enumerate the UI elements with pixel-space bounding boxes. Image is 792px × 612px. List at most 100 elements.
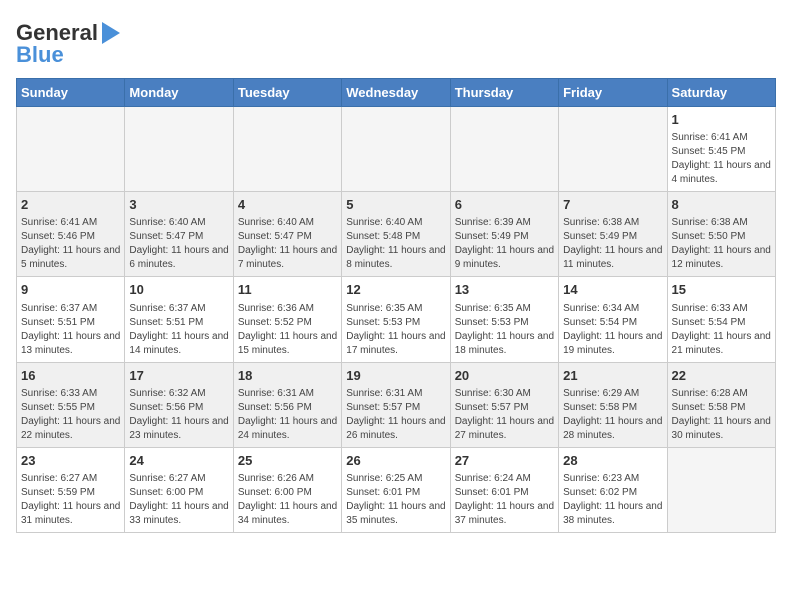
day-info: Sunrise: 6:37 AM Sunset: 5:51 PM Dayligh… xyxy=(21,302,120,358)
day-info: Sunrise: 6:25 AM Sunset: 6:01 PM Dayligh… xyxy=(346,472,445,528)
logo-arrow-icon xyxy=(102,22,120,44)
day-info: Sunrise: 6:40 AM Sunset: 5:47 PM Dayligh… xyxy=(238,216,337,272)
calendar-cell: 27 Sunrise: 6:24 AM Sunset: 6:01 PM Dayli… xyxy=(450,447,558,532)
day-number: 7 xyxy=(563,196,662,214)
calendar-cell: 8 Sunrise: 6:38 AM Sunset: 5:50 PM Daylig… xyxy=(667,192,775,277)
day-info: Sunrise: 6:34 AM Sunset: 5:54 PM Dayligh… xyxy=(563,302,662,358)
day-info: Sunrise: 6:27 AM Sunset: 5:59 PM Dayligh… xyxy=(21,472,120,528)
calendar-cell xyxy=(342,107,450,192)
day-info: Sunrise: 6:32 AM Sunset: 5:56 PM Dayligh… xyxy=(129,387,228,443)
calendar-cell: 24 Sunrise: 6:27 AM Sunset: 6:00 PM Dayli… xyxy=(125,447,233,532)
day-info: Sunrise: 6:41 AM Sunset: 5:45 PM Dayligh… xyxy=(672,131,771,187)
calendar-cell: 12 Sunrise: 6:35 AM Sunset: 5:53 PM Dayli… xyxy=(342,277,450,362)
day-number: 2 xyxy=(21,196,120,214)
day-info: Sunrise: 6:30 AM Sunset: 5:57 PM Dayligh… xyxy=(455,387,554,443)
day-info: Sunrise: 6:31 AM Sunset: 5:57 PM Dayligh… xyxy=(346,387,445,443)
day-info: Sunrise: 6:38 AM Sunset: 5:50 PM Dayligh… xyxy=(672,216,771,272)
day-header-tuesday: Tuesday xyxy=(233,79,341,107)
day-info: Sunrise: 6:40 AM Sunset: 5:47 PM Dayligh… xyxy=(129,216,228,272)
days-header-row: SundayMondayTuesdayWednesdayThursdayFrid… xyxy=(17,79,776,107)
day-number: 22 xyxy=(672,367,771,385)
day-number: 17 xyxy=(129,367,228,385)
day-header-friday: Friday xyxy=(559,79,667,107)
calendar-cell: 20 Sunrise: 6:30 AM Sunset: 5:57 PM Dayli… xyxy=(450,362,558,447)
header: General Blue xyxy=(16,16,776,68)
calendar-cell: 25 Sunrise: 6:26 AM Sunset: 6:00 PM Dayli… xyxy=(233,447,341,532)
day-number: 28 xyxy=(563,452,662,470)
day-number: 24 xyxy=(129,452,228,470)
day-number: 14 xyxy=(563,281,662,299)
week-row-5: 23 Sunrise: 6:27 AM Sunset: 5:59 PM Dayli… xyxy=(17,447,776,532)
day-number: 23 xyxy=(21,452,120,470)
calendar-cell: 28 Sunrise: 6:23 AM Sunset: 6:02 PM Dayli… xyxy=(559,447,667,532)
calendar-table: SundayMondayTuesdayWednesdayThursdayFrid… xyxy=(16,78,776,533)
calendar-cell: 6 Sunrise: 6:39 AM Sunset: 5:49 PM Daylig… xyxy=(450,192,558,277)
day-number: 1 xyxy=(672,111,771,129)
day-info: Sunrise: 6:23 AM Sunset: 6:02 PM Dayligh… xyxy=(563,472,662,528)
week-row-3: 9 Sunrise: 6:37 AM Sunset: 5:51 PM Daylig… xyxy=(17,277,776,362)
day-info: Sunrise: 6:40 AM Sunset: 5:48 PM Dayligh… xyxy=(346,216,445,272)
calendar-cell: 23 Sunrise: 6:27 AM Sunset: 5:59 PM Dayli… xyxy=(17,447,125,532)
calendar-cell xyxy=(667,447,775,532)
calendar-cell: 17 Sunrise: 6:32 AM Sunset: 5:56 PM Dayli… xyxy=(125,362,233,447)
day-header-thursday: Thursday xyxy=(450,79,558,107)
day-info: Sunrise: 6:37 AM Sunset: 5:51 PM Dayligh… xyxy=(129,302,228,358)
day-header-monday: Monday xyxy=(125,79,233,107)
calendar-cell: 21 Sunrise: 6:29 AM Sunset: 5:58 PM Dayli… xyxy=(559,362,667,447)
day-info: Sunrise: 6:41 AM Sunset: 5:46 PM Dayligh… xyxy=(21,216,120,272)
calendar-cell xyxy=(125,107,233,192)
calendar-cell: 18Sunrise: 6:31 AM Sunset: 5:56 PM Dayli… xyxy=(233,362,341,447)
calendar-cell: 15 Sunrise: 6:33 AM Sunset: 5:54 PM Dayli… xyxy=(667,277,775,362)
day-number: 16 xyxy=(21,367,120,385)
day-number: 5 xyxy=(346,196,445,214)
day-number: 3 xyxy=(129,196,228,214)
calendar-cell: 14 Sunrise: 6:34 AM Sunset: 5:54 PM Dayli… xyxy=(559,277,667,362)
day-number: 18 xyxy=(238,367,337,385)
day-info: Sunrise: 6:24 AM Sunset: 6:01 PM Dayligh… xyxy=(455,472,554,528)
day-number: 9 xyxy=(21,281,120,299)
calendar-cell xyxy=(559,107,667,192)
day-number: 25 xyxy=(238,452,337,470)
day-info: Sunrise: 6:35 AM Sunset: 5:53 PM Dayligh… xyxy=(455,302,554,358)
day-number: 10 xyxy=(129,281,228,299)
day-number: 19 xyxy=(346,367,445,385)
day-number: 12 xyxy=(346,281,445,299)
day-number: 8 xyxy=(672,196,771,214)
day-info: Sunrise: 6:33 AM Sunset: 5:54 PM Dayligh… xyxy=(672,302,771,358)
day-info: Sunrise: 6:29 AM Sunset: 5:58 PM Dayligh… xyxy=(563,387,662,443)
day-header-saturday: Saturday xyxy=(667,79,775,107)
day-info: Sunrise: 6:27 AM Sunset: 6:00 PM Dayligh… xyxy=(129,472,228,528)
calendar-cell: 3 Sunrise: 6:40 AM Sunset: 5:47 PM Daylig… xyxy=(125,192,233,277)
day-number: 27 xyxy=(455,452,554,470)
day-info: Sunrise: 6:39 AM Sunset: 5:49 PM Dayligh… xyxy=(455,216,554,272)
day-number: 21 xyxy=(563,367,662,385)
day-header-wednesday: Wednesday xyxy=(342,79,450,107)
day-info: Sunrise: 6:26 AM Sunset: 6:00 PM Dayligh… xyxy=(238,472,337,528)
day-number: 11 xyxy=(238,281,337,299)
week-row-2: 2 Sunrise: 6:41 AM Sunset: 5:46 PM Daylig… xyxy=(17,192,776,277)
calendar-cell: 16 Sunrise: 6:33 AM Sunset: 5:55 PM Dayli… xyxy=(17,362,125,447)
day-number: 4 xyxy=(238,196,337,214)
day-number: 20 xyxy=(455,367,554,385)
calendar-cell: 22 Sunrise: 6:28 AM Sunset: 5:58 PM Dayli… xyxy=(667,362,775,447)
calendar-cell: 26Sunrise: 6:25 AM Sunset: 6:01 PM Dayli… xyxy=(342,447,450,532)
day-info: Sunrise: 6:33 AM Sunset: 5:55 PM Dayligh… xyxy=(21,387,120,443)
calendar-cell: 7Sunrise: 6:38 AM Sunset: 5:49 PM Daylig… xyxy=(559,192,667,277)
week-row-1: 1 Sunrise: 6:41 AM Sunset: 5:45 PM Daylig… xyxy=(17,107,776,192)
week-row-4: 16 Sunrise: 6:33 AM Sunset: 5:55 PM Dayli… xyxy=(17,362,776,447)
logo: General Blue xyxy=(16,16,120,68)
calendar-cell: 5 Sunrise: 6:40 AM Sunset: 5:48 PM Daylig… xyxy=(342,192,450,277)
calendar-cell: 2 Sunrise: 6:41 AM Sunset: 5:46 PM Daylig… xyxy=(17,192,125,277)
calendar-cell: 13Sunrise: 6:35 AM Sunset: 5:53 PM Dayli… xyxy=(450,277,558,362)
calendar-cell: 1 Sunrise: 6:41 AM Sunset: 5:45 PM Daylig… xyxy=(667,107,775,192)
logo-blue: Blue xyxy=(16,42,64,68)
day-info: Sunrise: 6:36 AM Sunset: 5:52 PM Dayligh… xyxy=(238,302,337,358)
calendar-cell: 9 Sunrise: 6:37 AM Sunset: 5:51 PM Daylig… xyxy=(17,277,125,362)
day-info: Sunrise: 6:28 AM Sunset: 5:58 PM Dayligh… xyxy=(672,387,771,443)
day-number: 15 xyxy=(672,281,771,299)
day-header-sunday: Sunday xyxy=(17,79,125,107)
calendar-cell xyxy=(450,107,558,192)
day-info: Sunrise: 6:35 AM Sunset: 5:53 PM Dayligh… xyxy=(346,302,445,358)
calendar-cell: 4 Sunrise: 6:40 AM Sunset: 5:47 PM Daylig… xyxy=(233,192,341,277)
day-number: 6 xyxy=(455,196,554,214)
